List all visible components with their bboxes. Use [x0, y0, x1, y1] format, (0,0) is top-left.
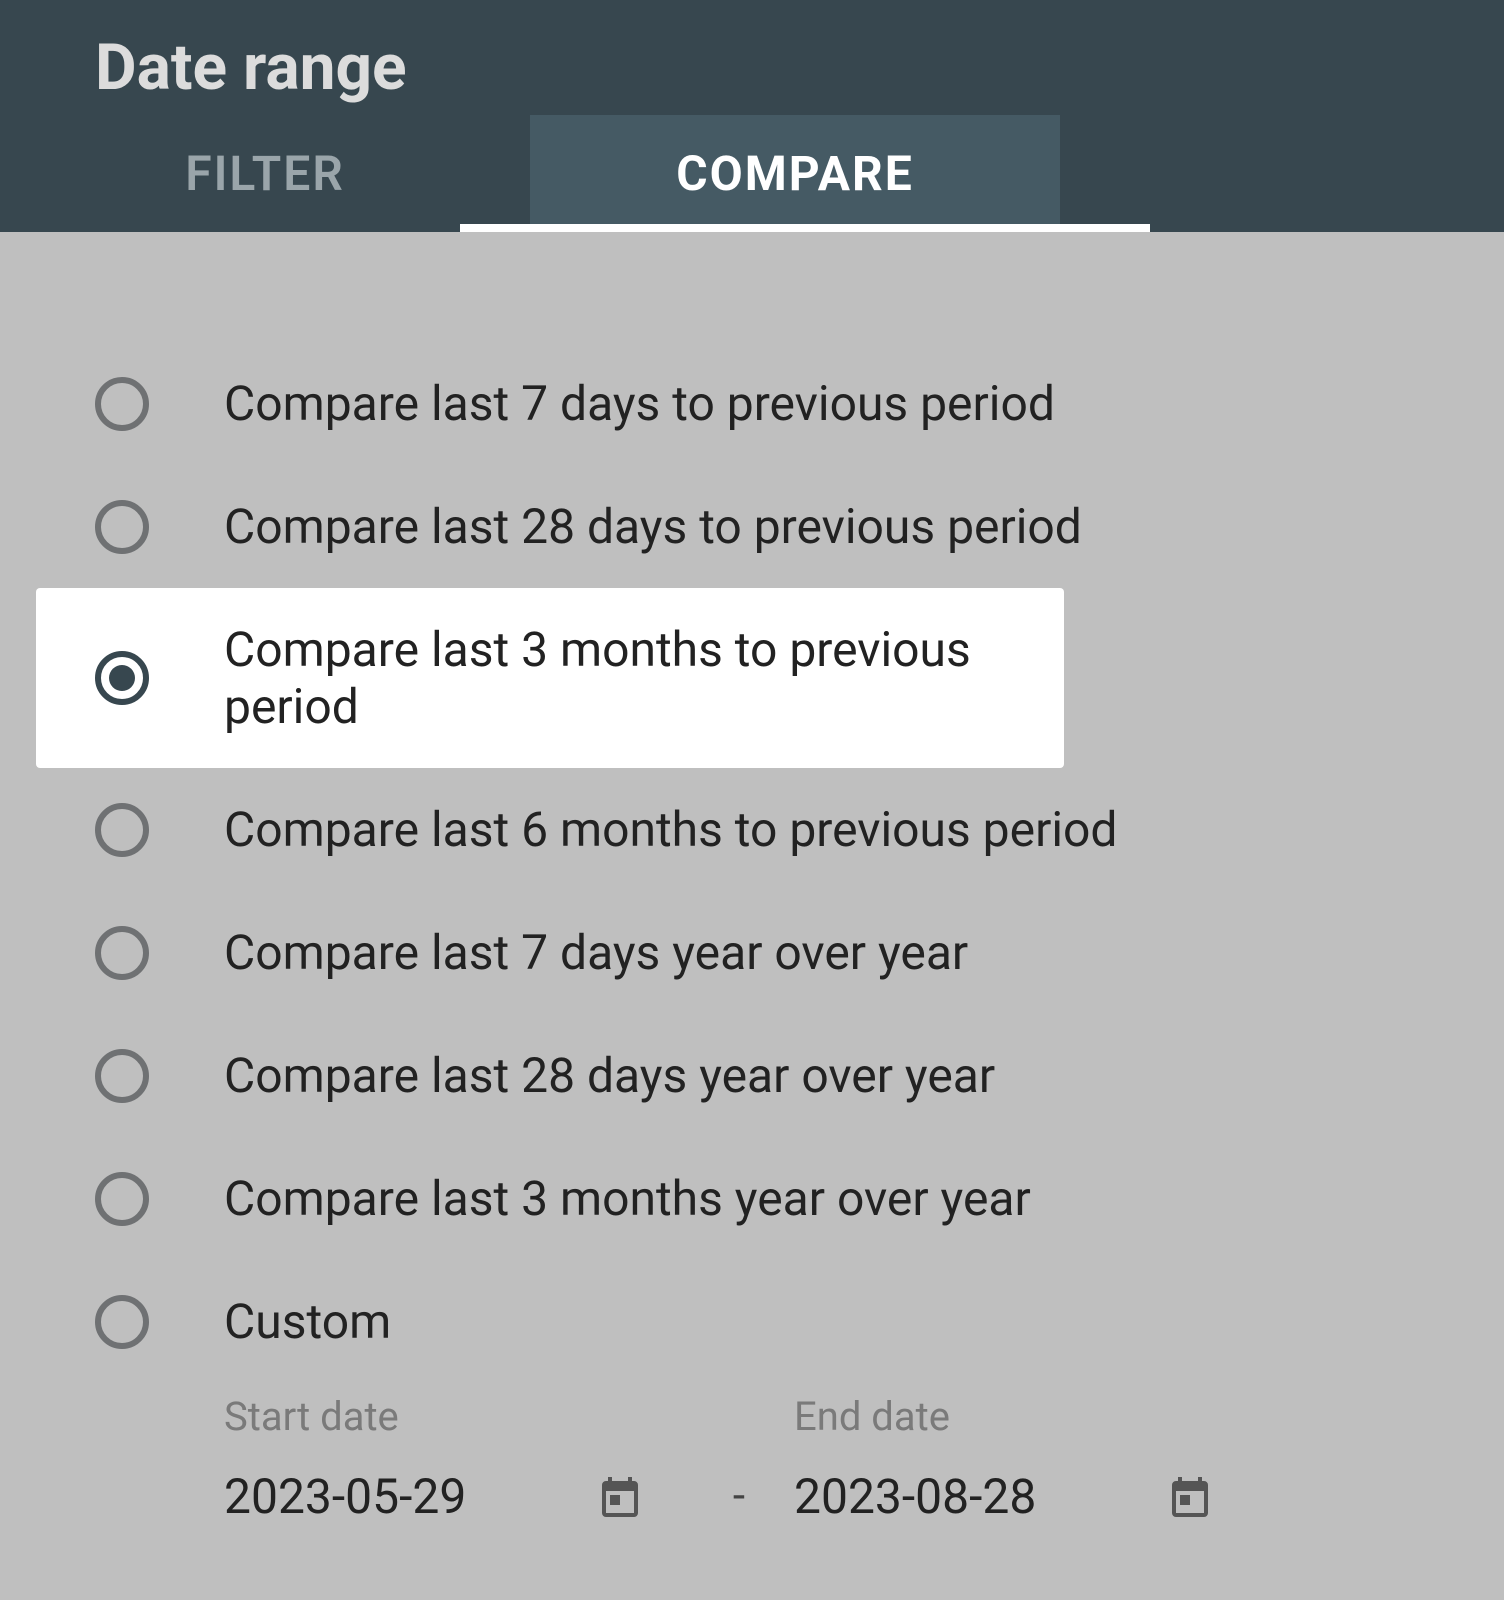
option-custom[interactable]: Custom	[0, 1260, 1504, 1383]
option-compare-3-months-previous[interactable]: Compare last 3 months to previous period	[36, 588, 1064, 768]
option-label: Compare last 28 days to previous period	[224, 498, 1082, 555]
date-separator: -	[684, 1393, 794, 1521]
tab-compare[interactable]: COMPARE	[530, 115, 1060, 232]
option-compare-6-months-previous[interactable]: Compare last 6 months to previous period	[0, 768, 1504, 891]
start-date-label: Start date	[224, 1393, 684, 1440]
option-label: Compare last 3 months year over year	[224, 1170, 1031, 1227]
option-label: Compare last 3 months to previous period	[224, 621, 1064, 735]
option-label: Compare last 28 days year over year	[224, 1047, 995, 1104]
end-date-label: End date	[794, 1393, 1254, 1440]
options-body: Compare last 7 days to previous period C…	[0, 232, 1504, 1525]
radio-icon	[95, 1295, 149, 1349]
custom-date-row: Start date 2023-05-29 - End date 2023-08…	[0, 1383, 1504, 1525]
active-tab-underline	[460, 224, 1150, 232]
option-label: Compare last 7 days to previous period	[224, 375, 1055, 432]
date-range-header: Date range FILTER COMPARE	[0, 0, 1504, 232]
tab-compare-label: COMPARE	[676, 145, 914, 202]
start-date-value: 2023-05-29	[224, 1468, 466, 1525]
radio-selected-icon	[95, 651, 149, 705]
panel-title: Date range	[0, 30, 1504, 115]
radio-icon	[95, 803, 149, 857]
option-compare-28-days-previous[interactable]: Compare last 28 days to previous period	[0, 465, 1504, 588]
end-date-value: 2023-08-28	[794, 1468, 1036, 1525]
radio-icon	[95, 377, 149, 431]
option-compare-3-months-yoy[interactable]: Compare last 3 months year over year	[0, 1137, 1504, 1260]
calendar-icon[interactable]	[596, 1473, 644, 1521]
tab-filter[interactable]: FILTER	[0, 115, 530, 232]
option-compare-28-days-yoy[interactable]: Compare last 28 days year over year	[0, 1014, 1504, 1137]
calendar-icon[interactable]	[1166, 1473, 1214, 1521]
start-date-field[interactable]: Start date 2023-05-29	[224, 1393, 684, 1525]
radio-dot-icon	[109, 665, 135, 691]
option-label: Compare last 6 months to previous period	[224, 801, 1117, 858]
option-compare-7-days-previous[interactable]: Compare last 7 days to previous period	[0, 342, 1504, 465]
end-date-field[interactable]: End date 2023-08-28	[794, 1393, 1254, 1525]
radio-icon	[95, 1049, 149, 1103]
option-label: Compare last 7 days year over year	[224, 924, 968, 981]
option-compare-7-days-yoy[interactable]: Compare last 7 days year over year	[0, 891, 1504, 1014]
radio-icon	[95, 500, 149, 554]
radio-icon	[95, 926, 149, 980]
option-label: Custom	[224, 1293, 391, 1350]
radio-icon	[95, 1172, 149, 1226]
tab-bar: FILTER COMPARE	[0, 115, 1504, 232]
